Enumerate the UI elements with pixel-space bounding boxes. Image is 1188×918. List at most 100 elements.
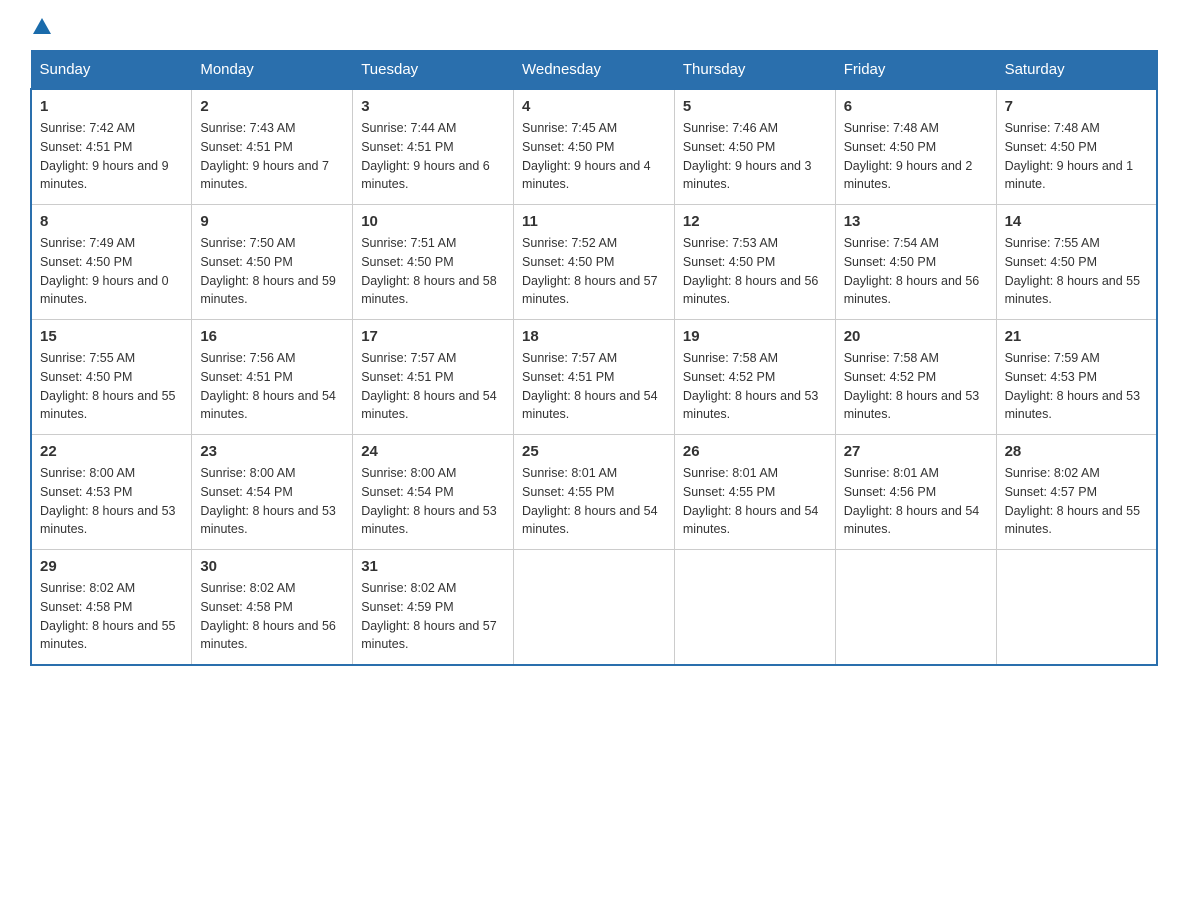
calendar-cell: 12 Sunrise: 7:53 AMSunset: 4:50 PMDaylig… <box>674 205 835 320</box>
day-number: 30 <box>200 558 344 575</box>
calendar-cell: 15 Sunrise: 7:55 AMSunset: 4:50 PMDaylig… <box>31 320 192 435</box>
week-row-2: 8 Sunrise: 7:49 AMSunset: 4:50 PMDayligh… <box>31 205 1157 320</box>
days-of-week-row: SundayMondayTuesdayWednesdayThursdayFrid… <box>31 51 1157 90</box>
day-info: Sunrise: 7:51 AMSunset: 4:50 PMDaylight:… <box>361 236 497 306</box>
day-number: 1 <box>40 98 183 115</box>
day-info: Sunrise: 7:52 AMSunset: 4:50 PMDaylight:… <box>522 236 658 306</box>
day-number: 5 <box>683 98 827 115</box>
day-number: 18 <box>522 328 666 345</box>
day-info: Sunrise: 7:54 AMSunset: 4:50 PMDaylight:… <box>844 236 980 306</box>
day-number: 19 <box>683 328 827 345</box>
day-number: 29 <box>40 558 183 575</box>
week-row-3: 15 Sunrise: 7:55 AMSunset: 4:50 PMDaylig… <box>31 320 1157 435</box>
calendar-cell: 23 Sunrise: 8:00 AMSunset: 4:54 PMDaylig… <box>192 435 353 550</box>
calendar-cell: 13 Sunrise: 7:54 AMSunset: 4:50 PMDaylig… <box>835 205 996 320</box>
calendar-cell: 18 Sunrise: 7:57 AMSunset: 4:51 PMDaylig… <box>514 320 675 435</box>
day-number: 6 <box>844 98 988 115</box>
day-header-sunday: Sunday <box>31 51 192 90</box>
day-number: 12 <box>683 213 827 230</box>
day-number: 11 <box>522 213 666 230</box>
day-info: Sunrise: 7:55 AMSunset: 4:50 PMDaylight:… <box>40 351 176 421</box>
day-info: Sunrise: 7:53 AMSunset: 4:50 PMDaylight:… <box>683 236 819 306</box>
calendar-cell: 4 Sunrise: 7:45 AMSunset: 4:50 PMDayligh… <box>514 89 675 205</box>
page-header <box>30 20 1158 30</box>
day-info: Sunrise: 7:58 AMSunset: 4:52 PMDaylight:… <box>844 351 980 421</box>
day-info: Sunrise: 7:58 AMSunset: 4:52 PMDaylight:… <box>683 351 819 421</box>
calendar-table: SundayMondayTuesdayWednesdayThursdayFrid… <box>30 50 1158 666</box>
calendar-cell: 26 Sunrise: 8:01 AMSunset: 4:55 PMDaylig… <box>674 435 835 550</box>
day-header-friday: Friday <box>835 51 996 90</box>
day-number: 31 <box>361 558 505 575</box>
day-info: Sunrise: 7:57 AMSunset: 4:51 PMDaylight:… <box>522 351 658 421</box>
day-header-tuesday: Tuesday <box>353 51 514 90</box>
day-info: Sunrise: 7:50 AMSunset: 4:50 PMDaylight:… <box>200 236 336 306</box>
calendar-cell: 19 Sunrise: 7:58 AMSunset: 4:52 PMDaylig… <box>674 320 835 435</box>
calendar-cell <box>996 550 1157 666</box>
day-info: Sunrise: 7:48 AMSunset: 4:50 PMDaylight:… <box>844 121 973 191</box>
day-number: 10 <box>361 213 505 230</box>
calendar-cell: 27 Sunrise: 8:01 AMSunset: 4:56 PMDaylig… <box>835 435 996 550</box>
calendar-cell: 29 Sunrise: 8:02 AMSunset: 4:58 PMDaylig… <box>31 550 192 666</box>
day-info: Sunrise: 7:57 AMSunset: 4:51 PMDaylight:… <box>361 351 497 421</box>
calendar-cell: 25 Sunrise: 8:01 AMSunset: 4:55 PMDaylig… <box>514 435 675 550</box>
calendar-cell: 16 Sunrise: 7:56 AMSunset: 4:51 PMDaylig… <box>192 320 353 435</box>
day-number: 22 <box>40 443 183 460</box>
day-number: 23 <box>200 443 344 460</box>
day-header-thursday: Thursday <box>674 51 835 90</box>
day-info: Sunrise: 8:00 AMSunset: 4:53 PMDaylight:… <box>40 466 176 536</box>
day-info: Sunrise: 7:49 AMSunset: 4:50 PMDaylight:… <box>40 236 169 306</box>
calendar-cell: 8 Sunrise: 7:49 AMSunset: 4:50 PMDayligh… <box>31 205 192 320</box>
day-info: Sunrise: 7:43 AMSunset: 4:51 PMDaylight:… <box>200 121 329 191</box>
calendar-cell: 14 Sunrise: 7:55 AMSunset: 4:50 PMDaylig… <box>996 205 1157 320</box>
calendar-cell <box>514 550 675 666</box>
day-info: Sunrise: 7:45 AMSunset: 4:50 PMDaylight:… <box>522 121 651 191</box>
calendar-cell: 10 Sunrise: 7:51 AMSunset: 4:50 PMDaylig… <box>353 205 514 320</box>
calendar-cell: 7 Sunrise: 7:48 AMSunset: 4:50 PMDayligh… <box>996 89 1157 205</box>
calendar-cell: 22 Sunrise: 8:00 AMSunset: 4:53 PMDaylig… <box>31 435 192 550</box>
calendar-cell: 3 Sunrise: 7:44 AMSunset: 4:51 PMDayligh… <box>353 89 514 205</box>
calendar-cell: 20 Sunrise: 7:58 AMSunset: 4:52 PMDaylig… <box>835 320 996 435</box>
day-number: 9 <box>200 213 344 230</box>
day-header-saturday: Saturday <box>996 51 1157 90</box>
day-header-wednesday: Wednesday <box>514 51 675 90</box>
calendar-cell <box>835 550 996 666</box>
calendar-cell: 2 Sunrise: 7:43 AMSunset: 4:51 PMDayligh… <box>192 89 353 205</box>
day-number: 15 <box>40 328 183 345</box>
day-info: Sunrise: 8:01 AMSunset: 4:56 PMDaylight:… <box>844 466 980 536</box>
day-number: 21 <box>1005 328 1148 345</box>
calendar-body: 1 Sunrise: 7:42 AMSunset: 4:51 PMDayligh… <box>31 89 1157 665</box>
day-info: Sunrise: 8:02 AMSunset: 4:58 PMDaylight:… <box>40 581 176 651</box>
day-info: Sunrise: 7:55 AMSunset: 4:50 PMDaylight:… <box>1005 236 1141 306</box>
day-info: Sunrise: 7:44 AMSunset: 4:51 PMDaylight:… <box>361 121 490 191</box>
day-info: Sunrise: 8:01 AMSunset: 4:55 PMDaylight:… <box>522 466 658 536</box>
day-info: Sunrise: 8:02 AMSunset: 4:59 PMDaylight:… <box>361 581 497 651</box>
day-number: 28 <box>1005 443 1148 460</box>
day-info: Sunrise: 8:00 AMSunset: 4:54 PMDaylight:… <box>200 466 336 536</box>
day-number: 26 <box>683 443 827 460</box>
calendar-cell: 31 Sunrise: 8:02 AMSunset: 4:59 PMDaylig… <box>353 550 514 666</box>
calendar-cell: 21 Sunrise: 7:59 AMSunset: 4:53 PMDaylig… <box>996 320 1157 435</box>
week-row-4: 22 Sunrise: 8:00 AMSunset: 4:53 PMDaylig… <box>31 435 1157 550</box>
day-number: 27 <box>844 443 988 460</box>
day-number: 2 <box>200 98 344 115</box>
day-number: 7 <box>1005 98 1148 115</box>
week-row-1: 1 Sunrise: 7:42 AMSunset: 4:51 PMDayligh… <box>31 89 1157 205</box>
day-info: Sunrise: 7:46 AMSunset: 4:50 PMDaylight:… <box>683 121 812 191</box>
calendar-cell <box>674 550 835 666</box>
calendar-cell: 11 Sunrise: 7:52 AMSunset: 4:50 PMDaylig… <box>514 205 675 320</box>
day-number: 20 <box>844 328 988 345</box>
day-info: Sunrise: 8:00 AMSunset: 4:54 PMDaylight:… <box>361 466 497 536</box>
day-info: Sunrise: 7:42 AMSunset: 4:51 PMDaylight:… <box>40 121 169 191</box>
day-info: Sunrise: 7:48 AMSunset: 4:50 PMDaylight:… <box>1005 121 1134 191</box>
calendar-cell: 6 Sunrise: 7:48 AMSunset: 4:50 PMDayligh… <box>835 89 996 205</box>
day-number: 13 <box>844 213 988 230</box>
logo <box>30 20 51 30</box>
day-number: 24 <box>361 443 505 460</box>
calendar-cell: 1 Sunrise: 7:42 AMSunset: 4:51 PMDayligh… <box>31 89 192 205</box>
day-info: Sunrise: 8:02 AMSunset: 4:58 PMDaylight:… <box>200 581 336 651</box>
day-number: 8 <box>40 213 183 230</box>
calendar-cell: 24 Sunrise: 8:00 AMSunset: 4:54 PMDaylig… <box>353 435 514 550</box>
calendar-cell: 9 Sunrise: 7:50 AMSunset: 4:50 PMDayligh… <box>192 205 353 320</box>
calendar-cell: 5 Sunrise: 7:46 AMSunset: 4:50 PMDayligh… <box>674 89 835 205</box>
calendar-cell: 17 Sunrise: 7:57 AMSunset: 4:51 PMDaylig… <box>353 320 514 435</box>
